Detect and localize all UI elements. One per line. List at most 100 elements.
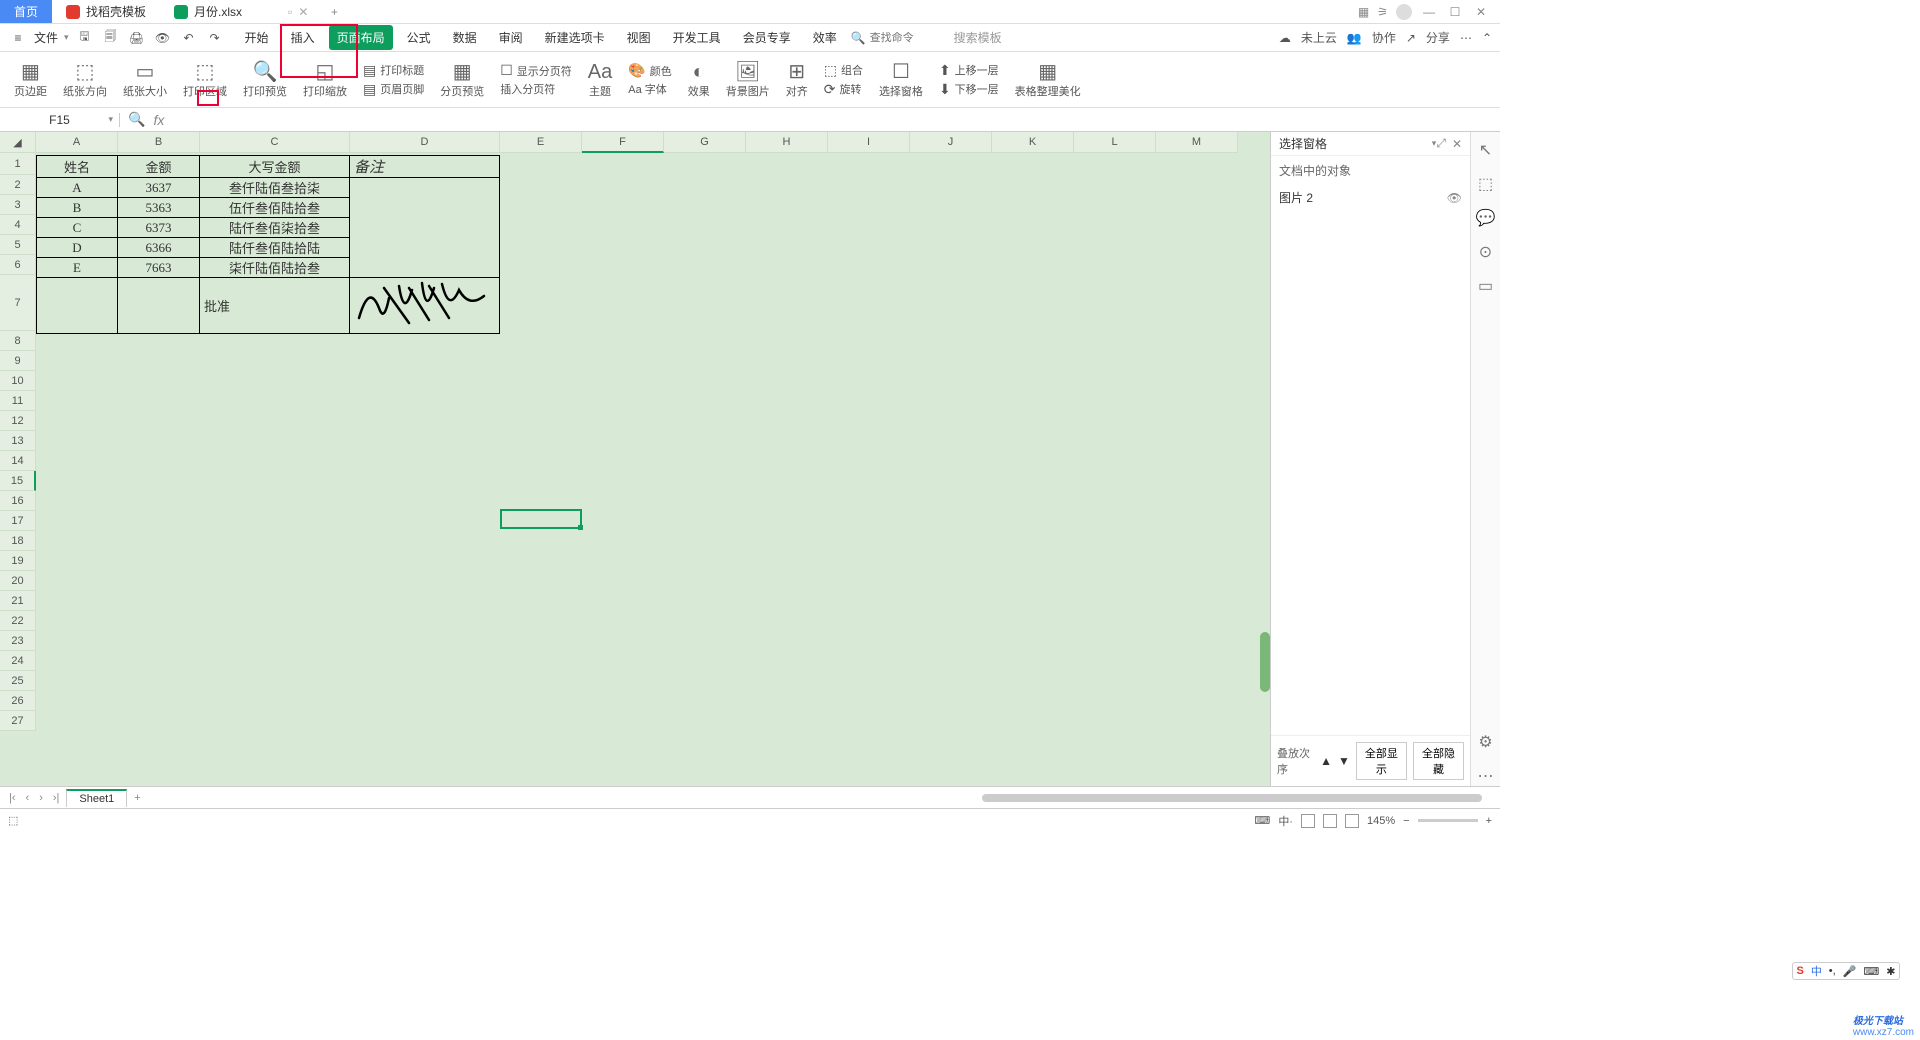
print-titles-button[interactable]: ▤打印标题 bbox=[363, 62, 424, 79]
file-menu[interactable]: 文件 bbox=[34, 29, 58, 46]
formula-area[interactable]: 🔍 fx bbox=[120, 111, 1500, 128]
hdr-name[interactable]: 姓名 bbox=[37, 156, 118, 178]
search-input[interactable] bbox=[870, 32, 950, 44]
hdr-note[interactable]: 备注 bbox=[350, 156, 500, 178]
up-layer-button[interactable]: ⬆上移一层 bbox=[939, 62, 999, 79]
row-10[interactable]: 10 bbox=[0, 371, 36, 391]
row-9[interactable]: 9 bbox=[0, 351, 36, 371]
cell-b3[interactable]: 5363 bbox=[118, 198, 200, 218]
minimize-button[interactable]: — bbox=[1420, 5, 1438, 19]
col-M[interactable]: M bbox=[1156, 132, 1238, 153]
effect-button[interactable]: ◐效果 bbox=[682, 56, 716, 104]
redo-icon[interactable]: ↷ bbox=[205, 28, 225, 48]
apps-icon[interactable]: ⚞ bbox=[1377, 5, 1388, 19]
ime-punct[interactable]: •, bbox=[1829, 965, 1836, 977]
col-E[interactable]: E bbox=[500, 132, 582, 153]
sheet-nav-next[interactable]: › bbox=[36, 792, 46, 804]
hdr-cn[interactable]: 大写金额 bbox=[200, 156, 350, 178]
paper-size-button[interactable]: ▭纸张大小 bbox=[117, 56, 173, 104]
style-icon[interactable]: ⬚ bbox=[1478, 174, 1493, 194]
coop-icon[interactable]: 👥 bbox=[1347, 31, 1362, 45]
theme-button[interactable]: Aa主题 bbox=[582, 56, 618, 104]
col-H[interactable]: H bbox=[746, 132, 828, 153]
visibility-icon[interactable]: 👁 bbox=[1447, 191, 1462, 205]
sheet-tab-1[interactable]: Sheet1 bbox=[66, 789, 127, 807]
cell-b6[interactable]: 7663 bbox=[118, 258, 200, 278]
cell-a5[interactable]: D bbox=[37, 238, 118, 258]
maximize-button[interactable]: ☐ bbox=[1446, 5, 1464, 19]
view-normal-icon[interactable] bbox=[1301, 814, 1315, 828]
tab-efficiency[interactable]: 效率 bbox=[805, 25, 845, 50]
cell-a7[interactable] bbox=[37, 278, 118, 334]
cell-a2[interactable]: A bbox=[37, 178, 118, 198]
row-6[interactable]: 6 bbox=[0, 255, 36, 275]
selection-item[interactable]: 图片 2 👁 bbox=[1271, 185, 1470, 210]
col-L[interactable]: L bbox=[1074, 132, 1156, 153]
cell-a4[interactable]: C bbox=[37, 218, 118, 238]
close-tab-icon[interactable]: ✕ bbox=[298, 5, 308, 19]
cell-c3[interactable]: 伍仟叁佰陆拾叁 bbox=[200, 198, 350, 218]
home-tab[interactable]: 首页 bbox=[0, 0, 52, 23]
col-G[interactable]: G bbox=[664, 132, 746, 153]
close-pane-icon[interactable]: ✕ bbox=[1452, 137, 1462, 151]
table-beautify-button[interactable]: ▦表格整理美化 bbox=[1009, 56, 1087, 104]
cell-c4[interactable]: 陆仟叁佰柒拾叁 bbox=[200, 218, 350, 238]
spreadsheet[interactable]: ◢ A B C D E F G H I J K L M 1 2 3 4 5 6 … bbox=[0, 132, 1270, 786]
row-3[interactable]: 3 bbox=[0, 195, 36, 215]
move-down-icon[interactable]: ▼ bbox=[1338, 754, 1350, 768]
down-layer-button[interactable]: ⬇下移一层 bbox=[939, 81, 999, 98]
add-sheet-button[interactable]: + bbox=[131, 792, 143, 804]
cell-b7[interactable] bbox=[118, 278, 200, 334]
row-12[interactable]: 12 bbox=[0, 411, 36, 431]
row-27[interactable]: 27 bbox=[0, 711, 36, 731]
col-A[interactable]: A bbox=[36, 132, 118, 153]
show-all-button[interactable]: 全部显示 bbox=[1356, 742, 1407, 780]
hide-all-button[interactable]: 全部隐藏 bbox=[1413, 742, 1464, 780]
tab-formula[interactable]: 公式 bbox=[399, 25, 439, 50]
cell-d2[interactable] bbox=[350, 178, 500, 278]
more-icon[interactable]: ⋯ bbox=[1460, 31, 1472, 45]
tab-data[interactable]: 数据 bbox=[445, 25, 485, 50]
ime-settings-icon[interactable]: ✱ bbox=[1886, 965, 1895, 978]
share-icon[interactable]: ↗ bbox=[1406, 31, 1416, 45]
cell-c2[interactable]: 叁仟陆佰叁拾柒 bbox=[200, 178, 350, 198]
cell-b2[interactable]: 3637 bbox=[118, 178, 200, 198]
sheet-nav-last[interactable]: ›| bbox=[50, 792, 63, 804]
align-button[interactable]: ⊞对齐 bbox=[780, 56, 814, 104]
horizontal-scroll-thumb[interactable] bbox=[982, 794, 1482, 802]
row-4[interactable]: 4 bbox=[0, 215, 36, 235]
cell-b4[interactable]: 6373 bbox=[118, 218, 200, 238]
location-icon[interactable]: ⊙ bbox=[1479, 242, 1492, 262]
close-window-button[interactable]: ✕ bbox=[1472, 5, 1490, 19]
rotate-button[interactable]: ⟳旋转 bbox=[824, 81, 862, 98]
tab-vip[interactable]: 会员专享 bbox=[735, 25, 799, 50]
print-preview-icon[interactable]: 👁 bbox=[153, 28, 173, 48]
dropdown-icon[interactable]: ⌃ bbox=[1482, 31, 1492, 45]
cell-c7[interactable]: 批准 bbox=[200, 278, 350, 334]
move-up-icon[interactable]: ▲ bbox=[1320, 754, 1332, 768]
save-icon[interactable]: 🖫 bbox=[75, 28, 95, 48]
tab-start[interactable]: 开始 bbox=[237, 25, 277, 50]
tab-review[interactable]: 审阅 bbox=[491, 25, 531, 50]
hdr-amount[interactable]: 金额 bbox=[118, 156, 200, 178]
row-2[interactable]: 2 bbox=[0, 175, 36, 195]
row-18[interactable]: 18 bbox=[0, 531, 36, 551]
tab-page-layout[interactable]: 页面布局 bbox=[329, 25, 393, 50]
group-button[interactable]: ⬚组合 bbox=[824, 62, 863, 79]
cell-a3[interactable]: B bbox=[37, 198, 118, 218]
more-sidebar-icon[interactable]: ⋯ bbox=[1478, 766, 1494, 786]
hamburger-icon[interactable]: ≡ bbox=[8, 28, 28, 48]
cloud-icon[interactable]: ☁ bbox=[1279, 31, 1291, 45]
print-icon[interactable]: 🖨 bbox=[127, 28, 147, 48]
print-area-button[interactable]: ⬚打印区域 bbox=[177, 56, 233, 104]
selection-pane-button[interactable]: ☐选择窗格 bbox=[873, 56, 929, 104]
col-B[interactable]: B bbox=[118, 132, 200, 153]
vertical-scrollbar-thumb[interactable] bbox=[1260, 632, 1270, 692]
name-box[interactable]: F15 bbox=[0, 113, 120, 127]
tab-dev[interactable]: 开发工具 bbox=[665, 25, 729, 50]
command-search[interactable]: 🔍 搜索模板 bbox=[851, 29, 1002, 46]
cell-c5[interactable]: 陆仟叁佰陆拾陆 bbox=[200, 238, 350, 258]
ime-floating-bar[interactable]: S 中 •, 🎤 ⌨ ✱ bbox=[1792, 962, 1900, 980]
cell-b5[interactable]: 6366 bbox=[118, 238, 200, 258]
ime-keyboard-icon[interactable]: ⌨ bbox=[1863, 965, 1879, 978]
